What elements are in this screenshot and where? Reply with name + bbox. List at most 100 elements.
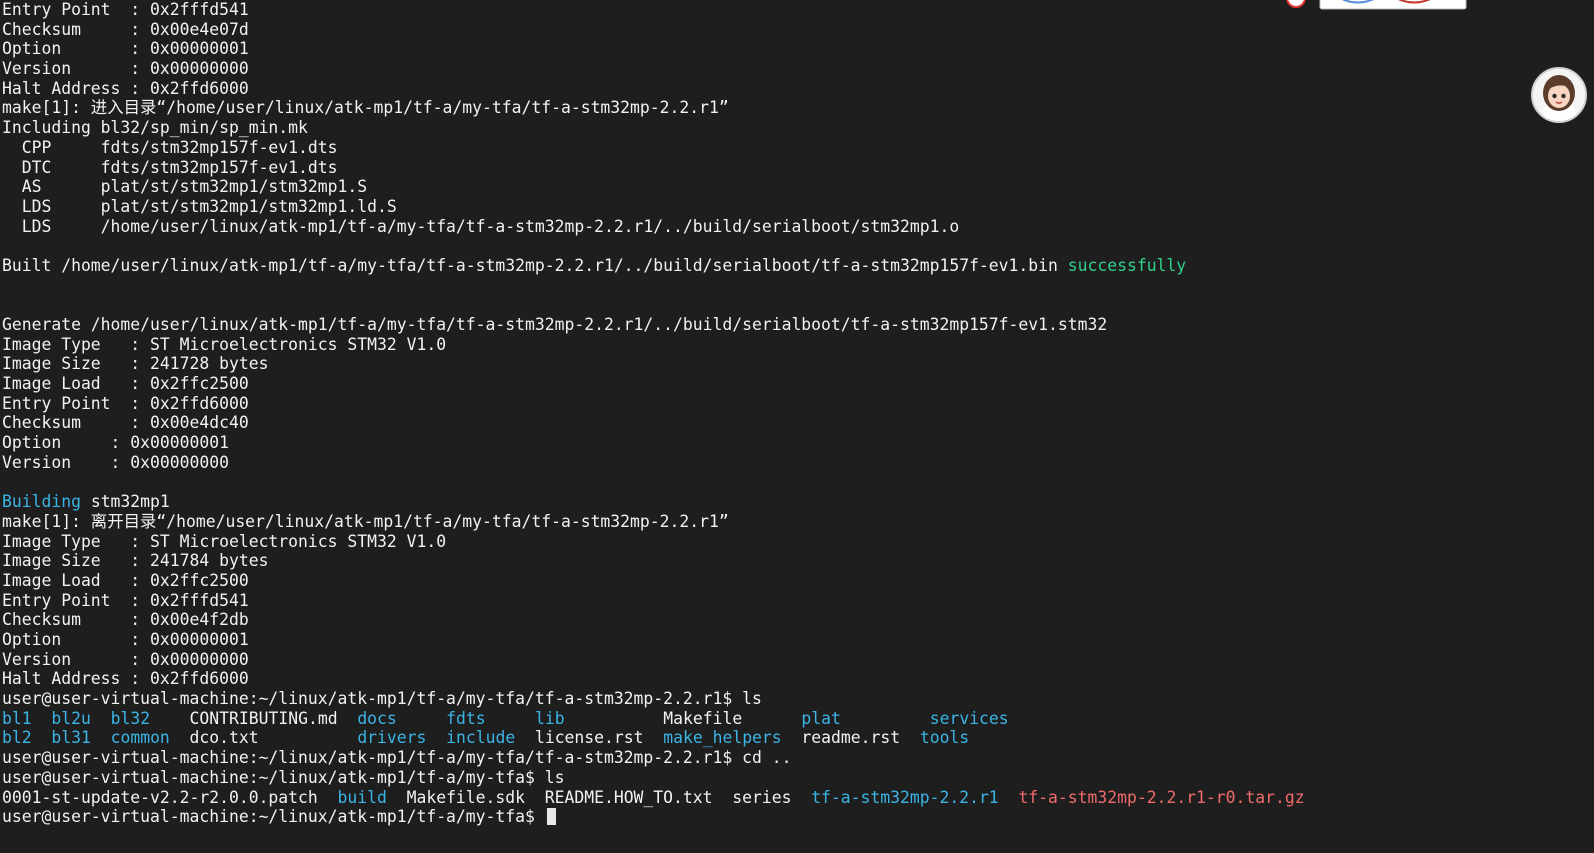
terminal-colored-text: tf-a-stm32mp-2.2.r1-r0.tar.gz [1018, 787, 1305, 807]
terminal-colored-text: bl1 [2, 708, 32, 728]
terminal-line: make[1]: 进入目录“/home/user/linux/atk-mp1/t… [2, 98, 1522, 118]
terminal-line: Image Type : ST Microelectronics STM32 V… [2, 532, 1522, 552]
terminal-text: 0001-st-update-v2.2-r2.0.0.patch [2, 787, 338, 807]
terminal-line: AS plat/st/stm32mp1/stm32mp1.S [2, 177, 1522, 197]
terminal-text: Image Type : ST Microelectronics STM32 V… [2, 531, 447, 551]
terminal-text: LDS /home/user/linux/atk-mp1/tf-a/my-tfa… [2, 216, 960, 236]
terminal-text: Image Type : ST Microelectronics STM32 V… [2, 334, 447, 354]
terminal-line: Building stm32mp1 [2, 492, 1522, 512]
avatar-icon[interactable] [1531, 67, 1587, 123]
terminal-line: user@user-virtual-machine:~/linux/atk-mp… [2, 748, 1522, 768]
terminal-line: Image Size : 241784 bytes [2, 551, 1522, 571]
terminal-cursor [546, 808, 556, 826]
terminal-colored-text: include [446, 728, 516, 748]
terminal-text: Makefile [564, 708, 802, 728]
terminal-text: Image Size : 241784 bytes [2, 551, 269, 571]
terminal-text: Checksum : 0x00e4dc40 [2, 413, 249, 433]
terminal-line: user@user-virtual-machine:~/linux/atk-mp… [2, 689, 1522, 709]
terminal-text: user@user-virtual-machine:~/linux/atk-mp… [2, 767, 565, 787]
terminal-colored-text: bl31 [51, 728, 91, 748]
terminal-text: Option : 0x00000001 [2, 433, 229, 453]
terminal-line: Entry Point : 0x2ffd6000 [2, 394, 1522, 414]
terminal-text: Version : 0x00000000 [2, 59, 249, 79]
terminal-line: Option : 0x00000001 [2, 433, 1522, 453]
terminal-text: AS plat/st/stm32mp1/stm32mp1.S [2, 177, 368, 197]
terminal-line: LDS plat/st/stm32mp1/stm32mp1.ld.S [2, 197, 1522, 217]
terminal-line: Including bl32/sp_min/sp_min.mk [2, 118, 1522, 138]
terminal-line: bl2 bl31 common dco.txt drivers include … [2, 728, 1522, 748]
terminal-text: dco.txt [169, 728, 358, 748]
terminal-colored-text: make_helpers [663, 728, 782, 748]
terminal-text: Checksum : 0x00e4f2db [2, 610, 249, 630]
terminal-line: Halt Address : 0x2ffd6000 [2, 79, 1522, 99]
terminal-text: license.rst [515, 728, 664, 748]
terminal-colored-text: tf-a-stm32mp-2.2.r1 [811, 787, 999, 807]
terminal-text: Version : 0x00000000 [2, 649, 249, 669]
terminal-text: Checksum : 0x00e4e07d [2, 19, 249, 39]
terminal-text: Generate /home/user/linux/atk-mp1/tf-a/m… [2, 315, 1108, 334]
terminal-line: Option : 0x00000001 [2, 630, 1522, 650]
terminal-colored-text: fdts [446, 708, 486, 728]
terminal-line: LDS /home/user/linux/atk-mp1/tf-a/my-tfa… [2, 217, 1522, 237]
terminal-colored-text: tools [919, 728, 970, 748]
terminal-colored-text: plat [801, 708, 841, 728]
terminal-text: CONTRIBUTING.md [150, 708, 358, 728]
terminal-text: DTC fdts/stm32mp157f-ev1.dts [2, 157, 338, 177]
terminal-colored-text: bl2 [2, 728, 32, 748]
terminal-colored-text: bl2u [51, 708, 91, 728]
terminal-line: make[1]: 离开目录“/home/user/linux/atk-mp1/t… [2, 512, 1522, 532]
terminal-colored-text: bl32 [110, 708, 151, 728]
terminal-text: Option : 0x00000001 [2, 39, 249, 59]
terminal-text: Version : 0x00000000 [2, 452, 229, 472]
terminal-text: Image Load : 0x2ffc2500 [2, 570, 249, 590]
terminal-line: Built /home/user/linux/atk-mp1/tf-a/my-t… [2, 256, 1522, 276]
terminal-text: Image Load : 0x2ffc2500 [2, 374, 249, 394]
terminal-line: Checksum : 0x00e4f2db [2, 610, 1522, 630]
terminal-colored-text: common [110, 728, 170, 748]
terminal-colored-text: successfully [1067, 255, 1187, 275]
terminal-text: Built /home/user/linux/atk-mp1/tf-a/my-t… [2, 255, 1068, 275]
terminal-text: Option : 0x00000001 [2, 630, 249, 649]
terminal-text: LDS plat/st/stm32mp1/stm32mp1.ld.S [2, 196, 397, 216]
terminal-line: CPP fdts/stm32mp157f-ev1.dts [2, 138, 1522, 158]
terminal-text: user@user-virtual-machine:~/linux/atk-mp… [2, 689, 762, 709]
terminal-colored-text: drivers [357, 728, 427, 748]
terminal-line: Halt Address : 0x2ffd6000 [2, 669, 1522, 689]
terminal-line: Checksum : 0x00e4dc40 [2, 413, 1522, 433]
terminal-text: Including bl32/sp_min/sp_min.mk [2, 118, 308, 138]
terminal-output[interactable]: Entry Point : 0x2fffd541 Checksum : 0x00e… [2, 0, 1522, 853]
terminal-line: Checksum : 0x00e4e07d [2, 20, 1522, 40]
terminal-text: Entry Point : 0x2fffd541 [2, 590, 249, 610]
terminal-text: Halt Address : 0x2ffd6000 [2, 78, 249, 98]
terminal-text: Image Size : 241728 bytes [2, 354, 269, 374]
terminal-colored-text: build [337, 787, 387, 807]
terminal-text: user@user-virtual-machine:~/linux/atk-mp… [2, 807, 545, 827]
terminal-text: readme.rst [781, 728, 920, 748]
terminal-line: Version : 0x00000000 [2, 59, 1522, 79]
terminal-line: Version : 0x00000000 [2, 650, 1522, 670]
terminal-text: Entry Point : 0x2ffd6000 [2, 393, 249, 413]
terminal-line: Image Size : 241728 bytes [2, 354, 1522, 374]
terminal-text: Entry Point : 0x2fffd541 [2, 0, 249, 19]
terminal-text: make[1]: 离开目录“/home/user/linux/atk-mp1/t… [2, 511, 729, 531]
terminal-line: Generate /home/user/linux/atk-mp1/tf-a/m… [2, 315, 1522, 335]
terminal-line: Option : 0x00000001 [2, 39, 1522, 59]
terminal-text: user@user-virtual-machine:~/linux/atk-mp… [2, 748, 792, 768]
terminal-text: Makefile.sdk README.HOW_TO.txt series [386, 787, 812, 807]
terminal-colored-text: Building [2, 492, 81, 512]
terminal-line: user@user-virtual-machine:~/linux/atk-mp… [2, 807, 1522, 827]
terminal-line: Version : 0x00000000 [2, 453, 1522, 473]
terminal-line: Image Load : 0x2ffc2500 [2, 571, 1522, 591]
